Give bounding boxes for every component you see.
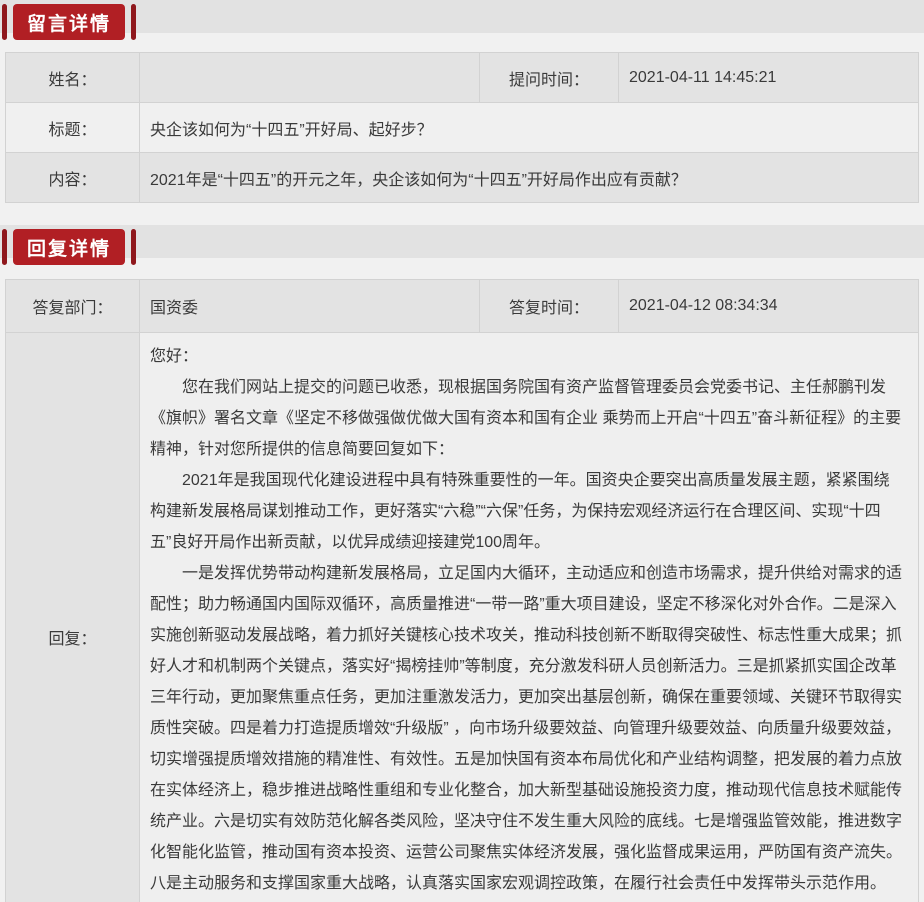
reply-content: 您好： 您在我们网站上提交的问题已收悉，现根据国务院国有资产监督管理委员会党委书… [140, 333, 919, 902]
message-section-title: 留言详情 [13, 4, 125, 40]
table-row: 姓名： 提问时间： 2021-04-11 14:45:21 [6, 53, 919, 103]
reply-paragraph: 您好： [150, 341, 904, 372]
ask-time-value: 2021-04-11 14:45:21 [619, 53, 919, 103]
reply-paragraph: 2021年是我国现代化建设进程中具有特殊重要性的一年。国资央企要突出高质量发展主… [150, 465, 904, 558]
ribbon-left-bar [2, 4, 7, 40]
ribbon-left-bar [2, 229, 7, 265]
reply-details-table: 答复部门： 国资委 答复时间： 2021-04-12 08:34:34 回复： … [5, 279, 919, 902]
message-section-badge: 留言详情 [2, 4, 136, 40]
reply-label: 回复： [6, 333, 140, 902]
name-label: 姓名： [6, 53, 140, 103]
table-row: 答复部门： 国资委 答复时间： 2021-04-12 08:34:34 [6, 280, 919, 333]
message-section-header-strip: 留言详情 [0, 0, 924, 33]
table-row: 内容： 2021年是“十四五”的开元之年，央企该如何为“十四五”开好局作出应有贡… [6, 153, 919, 203]
table-row: 标题： 央企该如何为“十四五”开好局、起好步？ [6, 103, 919, 153]
content-label: 内容： [6, 153, 140, 203]
reply-time-value: 2021-04-12 08:34:34 [619, 280, 919, 333]
ribbon-right-bar [131, 4, 136, 40]
reply-section-header-strip: 回复详情 [0, 225, 924, 258]
reply-paragraph: 一是发挥优势带动构建新发展格局，立足国内大循环，主动适应和创造市场需求，提升供给… [150, 558, 904, 899]
reply-time-label: 答复时间： [480, 280, 619, 333]
message-details-table: 姓名： 提问时间： 2021-04-11 14:45:21 标题： 央企该如何为… [5, 52, 919, 203]
reply-dept-label: 答复部门： [6, 280, 140, 333]
table-row: 回复： 您好： 您在我们网站上提交的问题已收悉，现根据国务院国有资产监督管理委员… [6, 333, 919, 902]
reply-dept-value: 国资委 [140, 280, 480, 333]
reply-section-title: 回复详情 [13, 229, 125, 265]
title-value: 央企该如何为“十四五”开好局、起好步？ [140, 103, 919, 153]
title-label: 标题： [6, 103, 140, 153]
ask-time-label: 提问时间： [480, 53, 619, 103]
reply-section-badge: 回复详情 [2, 229, 136, 265]
content-value: 2021年是“十四五”的开元之年，央企该如何为“十四五”开好局作出应有贡献？ [140, 153, 919, 203]
reply-paragraph: 您在我们网站上提交的问题已收悉，现根据国务院国有资产监督管理委员会党委书记、主任… [150, 372, 904, 465]
ribbon-right-bar [131, 229, 136, 265]
name-value [140, 53, 480, 103]
